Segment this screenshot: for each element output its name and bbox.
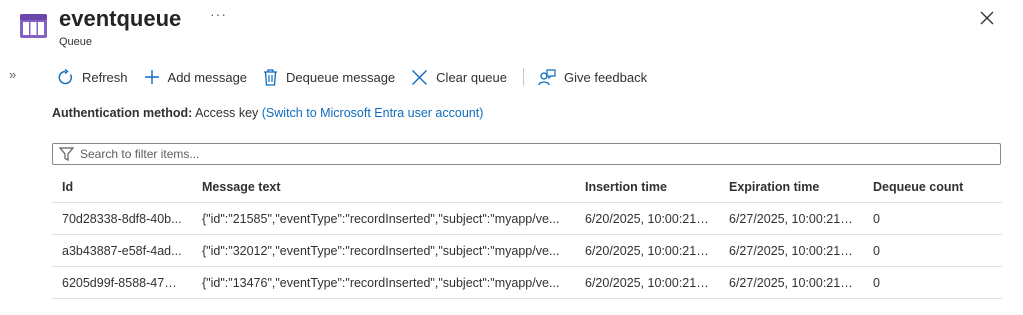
- close-icon[interactable]: [978, 9, 996, 27]
- command-bar: Refresh Add message Dequeue message Clea…: [57, 66, 663, 88]
- page-title: eventqueue: [59, 6, 182, 31]
- cell-insertion-time: 6/20/2025, 10:00:21 ...: [575, 202, 719, 235]
- refresh-icon: [58, 68, 72, 84]
- table-row[interactable]: 70d28338-8df8-40b... {"id":"21585","even…: [52, 202, 1002, 235]
- toolbar-divider: [523, 68, 524, 86]
- add-message-label: Add message: [167, 69, 248, 85]
- cell-expiration-time: 6/27/2025, 10:00:21 ...: [719, 266, 863, 299]
- dequeue-message-button[interactable]: Dequeue message: [263, 68, 396, 86]
- column-header-id[interactable]: Id: [52, 171, 192, 203]
- double-chevron-right-icon[interactable]: »: [9, 67, 16, 82]
- x-icon: [412, 69, 428, 85]
- switch-auth-link[interactable]: (Switch to Microsoft Entra user account): [262, 106, 484, 120]
- auth-method-value: Access key: [195, 106, 259, 120]
- clear-queue-button[interactable]: Clear queue: [411, 69, 507, 86]
- give-feedback-button[interactable]: Give feedback: [538, 68, 648, 86]
- feedback-icon: [538, 68, 556, 85]
- column-header-message-text[interactable]: Message text: [192, 171, 575, 203]
- queue-icon: [20, 14, 47, 38]
- more-options-button[interactable]: ···: [210, 6, 227, 22]
- cell-dequeue-count: 0: [863, 234, 1002, 267]
- filter-box[interactable]: [52, 143, 1001, 165]
- cell-id: a3b43887-e58f-4ad...: [52, 234, 192, 267]
- cell-dequeue-count: 0: [863, 202, 1002, 235]
- cell-expiration-time: 6/27/2025, 10:00:21 ...: [719, 202, 863, 235]
- add-message-button[interactable]: Add message: [144, 69, 248, 85]
- table-header-row: Id Message text Insertion time Expiratio…: [52, 171, 1002, 203]
- messages-table: Id Message text Insertion time Expiratio…: [52, 171, 1002, 299]
- trash-icon: [264, 68, 278, 86]
- dequeue-message-label: Dequeue message: [286, 69, 396, 85]
- cell-id: 70d28338-8df8-40b...: [52, 202, 192, 235]
- refresh-button[interactable]: Refresh: [57, 68, 128, 86]
- cell-expiration-time: 6/27/2025, 10:00:21 ...: [719, 234, 863, 267]
- cell-message-text: {"id":"13476","eventType":"recordInserte…: [192, 266, 575, 299]
- give-feedback-label: Give feedback: [564, 69, 648, 85]
- cell-message-text: {"id":"21585","eventType":"recordInserte…: [192, 202, 575, 235]
- column-header-dequeue-count[interactable]: Dequeue count: [863, 171, 1002, 203]
- auth-method-label: Authentication method:: [52, 106, 193, 120]
- column-header-insertion-time[interactable]: Insertion time: [575, 171, 719, 203]
- cell-insertion-time: 6/20/2025, 10:00:21 ...: [575, 266, 719, 299]
- table-row[interactable]: a3b43887-e58f-4ad... {"id":"32012","even…: [52, 234, 1002, 267]
- cell-dequeue-count: 0: [863, 266, 1002, 299]
- plus-icon: [144, 70, 159, 84]
- filter-input[interactable]: [78, 146, 1000, 162]
- table-row[interactable]: 6205d99f-8588-471f... {"id":"13476","eve…: [52, 266, 1002, 299]
- page-subtitle: Queue: [59, 36, 93, 48]
- refresh-label: Refresh: [82, 69, 128, 85]
- cell-message-text: {"id":"32012","eventType":"recordInserte…: [192, 234, 575, 267]
- filter-icon: [59, 147, 74, 161]
- cell-insertion-time: 6/20/2025, 10:00:21 ...: [575, 234, 719, 267]
- auth-method-line: Authentication method: Access key (Switc…: [52, 106, 483, 120]
- clear-queue-label: Clear queue: [436, 69, 507, 85]
- cell-id: 6205d99f-8588-471f...: [52, 266, 192, 299]
- column-header-expiration-time[interactable]: Expiration time: [719, 171, 863, 203]
